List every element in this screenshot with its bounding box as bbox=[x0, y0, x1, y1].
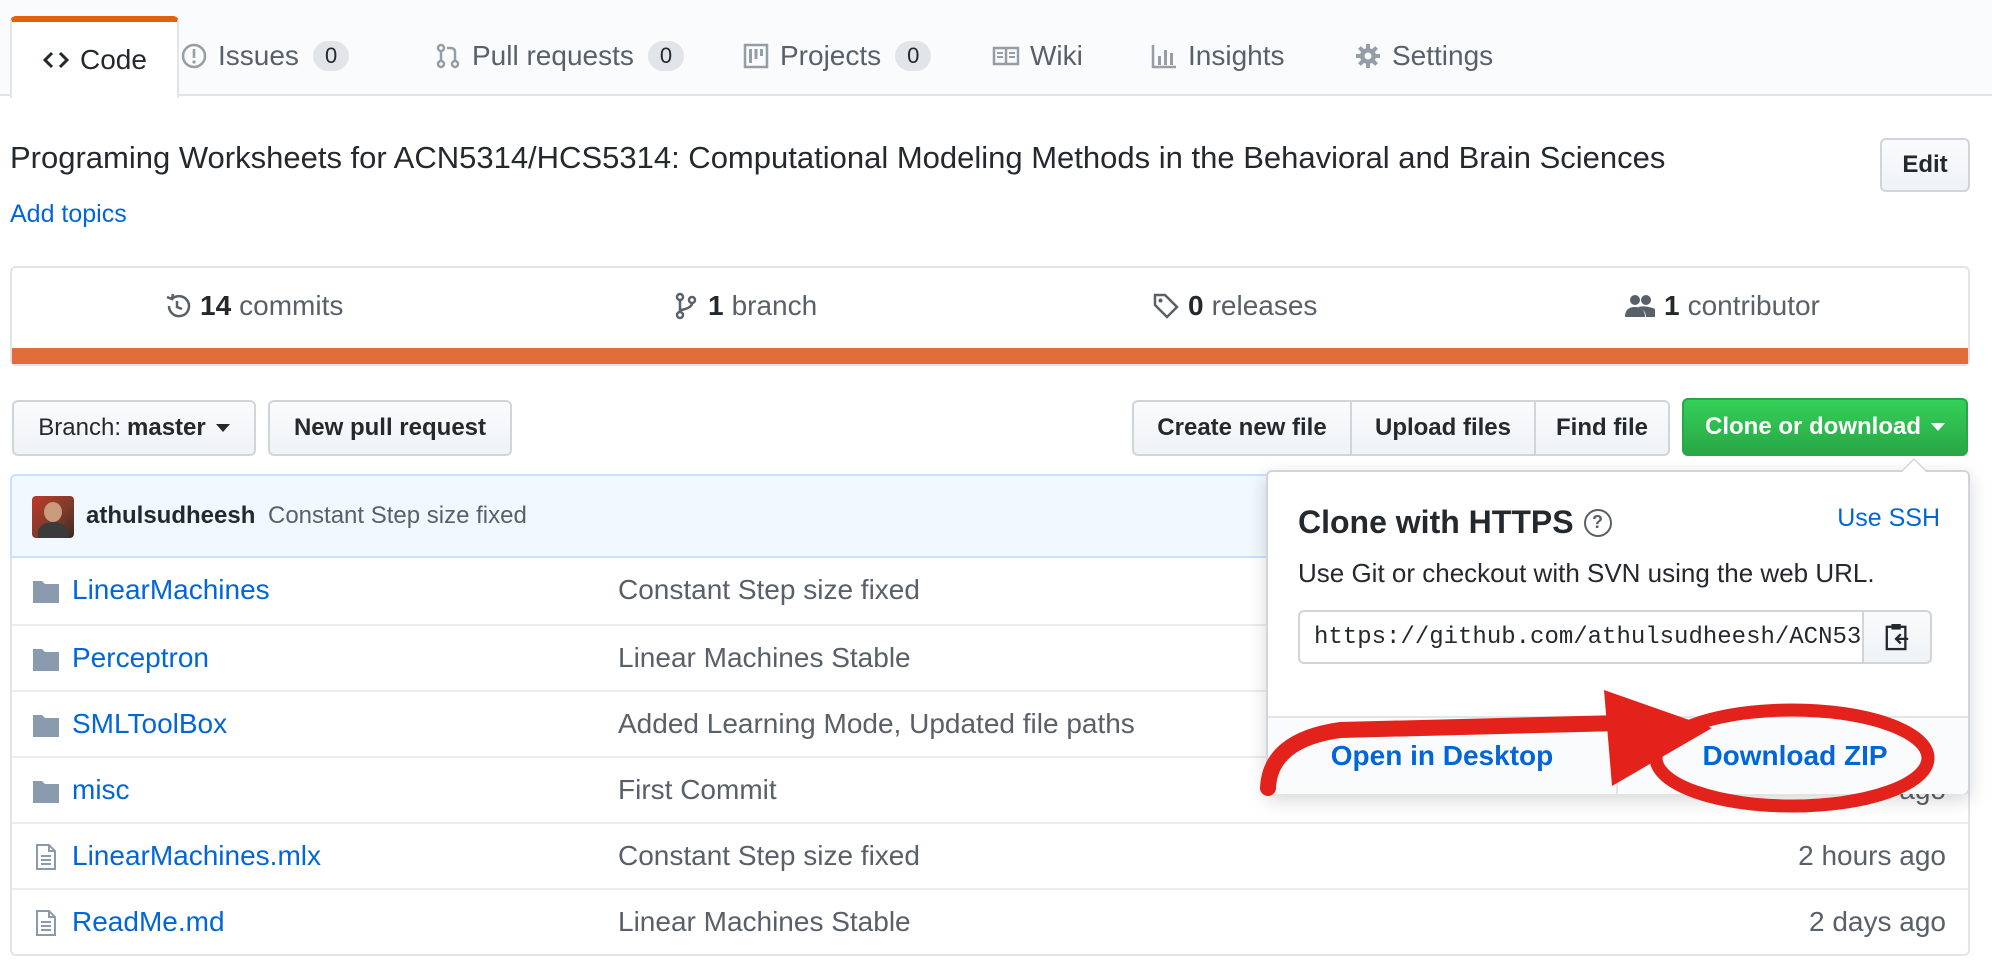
tag-icon bbox=[1153, 293, 1179, 319]
language-bar[interactable] bbox=[12, 348, 1968, 364]
branches-link[interactable]: 1 branch bbox=[672, 290, 817, 322]
tab-pull-requests[interactable]: Pull requests 0 bbox=[404, 16, 714, 96]
create-new-file-button[interactable]: Create new file bbox=[1132, 400, 1352, 456]
pull-request-icon bbox=[436, 43, 460, 69]
branch-count: 1 bbox=[708, 290, 724, 321]
releases-link[interactable]: 0 releases bbox=[1152, 290, 1317, 322]
history-icon bbox=[166, 293, 191, 318]
branch-icon bbox=[675, 292, 697, 320]
file-age: 2 days ago bbox=[1809, 906, 1946, 937]
branch-select-prefix: Branch: bbox=[38, 414, 121, 441]
folder-icon bbox=[33, 715, 59, 737]
file-row: LinearMachines.mlx Constant Step size fi… bbox=[12, 822, 1968, 888]
tab-projects-label: Projects bbox=[780, 40, 882, 71]
code-icon bbox=[42, 51, 70, 69]
issue-icon bbox=[181, 43, 207, 69]
contributors-label: contributor bbox=[1687, 290, 1820, 321]
download-zip-button[interactable]: Download ZIP bbox=[1620, 718, 1970, 794]
tab-wiki[interactable]: Wiki bbox=[962, 16, 1113, 96]
file-icon bbox=[36, 910, 56, 936]
file-name-link[interactable]: ReadMe.md bbox=[72, 906, 225, 938]
clone-or-download-button[interactable]: Clone or download bbox=[1682, 398, 1968, 456]
tab-issues-label: Issues bbox=[218, 40, 299, 71]
clone-url-input[interactable]: https://github.com/athulsudheesh/ACN5314 bbox=[1298, 610, 1864, 664]
tab-code-label: Code bbox=[80, 44, 147, 75]
clone-dropdown: Clone with HTTPS ? Use SSH Use Git or ch… bbox=[1266, 458, 1970, 794]
upload-files-button[interactable]: Upload files bbox=[1350, 400, 1536, 456]
file-name-link[interactable]: LinearMachines bbox=[72, 574, 270, 606]
people-icon bbox=[1625, 295, 1655, 317]
clone-or-download-label: Clone or download bbox=[1705, 413, 1921, 440]
repo-summary: 14 commits 1 branch 0 releases 1 contrib… bbox=[10, 266, 1970, 366]
file-age: 2 hours ago bbox=[1798, 840, 1946, 871]
open-in-desktop-button[interactable]: Open in Desktop bbox=[1268, 718, 1618, 794]
clone-title-text: Clone with HTTPS bbox=[1298, 504, 1574, 540]
releases-label: releases bbox=[1211, 290, 1318, 321]
tab-settings[interactable]: Settings bbox=[1324, 16, 1523, 96]
clone-title: Clone with HTTPS ? bbox=[1298, 504, 1612, 541]
tab-insights[interactable]: Insights bbox=[1120, 16, 1315, 96]
commits-count: 14 bbox=[200, 290, 232, 321]
commits-link[interactable]: 14 commits bbox=[164, 290, 343, 322]
question-icon[interactable]: ? bbox=[1583, 508, 1612, 537]
tab-settings-label: Settings bbox=[1392, 40, 1494, 71]
chevron-down-icon bbox=[215, 424, 230, 432]
branch-select-name: master bbox=[127, 414, 206, 441]
new-pull-request-button[interactable]: New pull request bbox=[268, 400, 512, 456]
file-name-link[interactable]: LinearMachines.mlx bbox=[72, 840, 321, 872]
issues-counter: 0 bbox=[312, 41, 350, 71]
file-icon bbox=[36, 844, 56, 870]
chevron-down-icon bbox=[1931, 423, 1945, 431]
file-commit-message[interactable]: First Commit bbox=[618, 774, 777, 806]
project-icon bbox=[743, 43, 769, 69]
file-commit-message[interactable]: Linear Machines Stable bbox=[618, 906, 911, 938]
file-commit-message[interactable]: Added Learning Mode, Updated file paths bbox=[618, 708, 1135, 740]
use-ssh-link[interactable]: Use SSH bbox=[1837, 504, 1940, 533]
commit-author[interactable]: athulsudheesh bbox=[86, 502, 255, 530]
repo-nav-tabs: Code Issues 0 Pull requests 0 Projects 0… bbox=[0, 0, 1992, 98]
folder-icon bbox=[33, 649, 59, 671]
tab-projects[interactable]: Projects 0 bbox=[712, 16, 961, 96]
contributors-count: 1 bbox=[1664, 290, 1680, 321]
folder-icon bbox=[33, 781, 59, 803]
pull-requests-counter: 0 bbox=[647, 41, 685, 71]
file-row: ReadMe.md Linear Machines Stable 2 days … bbox=[12, 888, 1968, 954]
folder-icon bbox=[33, 581, 59, 603]
commit-message[interactable]: Constant Step size fixed bbox=[268, 502, 527, 530]
tab-pull-requests-label: Pull requests bbox=[472, 40, 634, 71]
file-name-link[interactable]: Perceptron bbox=[72, 642, 209, 674]
projects-counter: 0 bbox=[895, 41, 932, 71]
file-commit-message[interactable]: Constant Step size fixed bbox=[618, 840, 920, 872]
copy-to-clipboard-button[interactable] bbox=[1862, 610, 1932, 664]
graph-icon bbox=[1151, 45, 1176, 69]
clipboard-icon bbox=[1885, 624, 1909, 651]
tab-issues[interactable]: Issues 0 bbox=[150, 16, 379, 96]
clone-dropdown-footer: Open in Desktop Download ZIP bbox=[1268, 716, 1968, 794]
file-commit-message[interactable]: Linear Machines Stable bbox=[618, 642, 911, 674]
repo-description: Programing Worksheets for ACN5314/HCS531… bbox=[10, 140, 1666, 175]
book-icon bbox=[992, 46, 1020, 66]
file-commit-message[interactable]: Constant Step size fixed bbox=[618, 574, 920, 606]
dropdown-caret bbox=[1900, 458, 1928, 472]
add-topics-link[interactable]: Add topics bbox=[10, 200, 127, 229]
tab-wiki-label: Wiki bbox=[1030, 40, 1083, 71]
releases-count: 0 bbox=[1188, 290, 1204, 321]
find-file-button[interactable]: Find file bbox=[1534, 400, 1670, 456]
file-name-link[interactable]: SMLToolBox bbox=[72, 708, 227, 740]
contributors-link[interactable]: 1 contributor bbox=[1624, 290, 1820, 322]
file-name-link[interactable]: misc bbox=[72, 774, 130, 806]
commits-label: commits bbox=[239, 290, 344, 321]
clone-subtitle: Use Git or checkout with SVN using the w… bbox=[1298, 558, 1875, 588]
avatar[interactable] bbox=[32, 496, 74, 538]
tab-insights-label: Insights bbox=[1188, 40, 1285, 71]
branch-select[interactable]: Branch: master bbox=[12, 400, 256, 456]
gear-icon bbox=[1356, 44, 1380, 68]
edit-button[interactable]: Edit bbox=[1880, 138, 1970, 192]
branch-label: branch bbox=[731, 290, 818, 321]
